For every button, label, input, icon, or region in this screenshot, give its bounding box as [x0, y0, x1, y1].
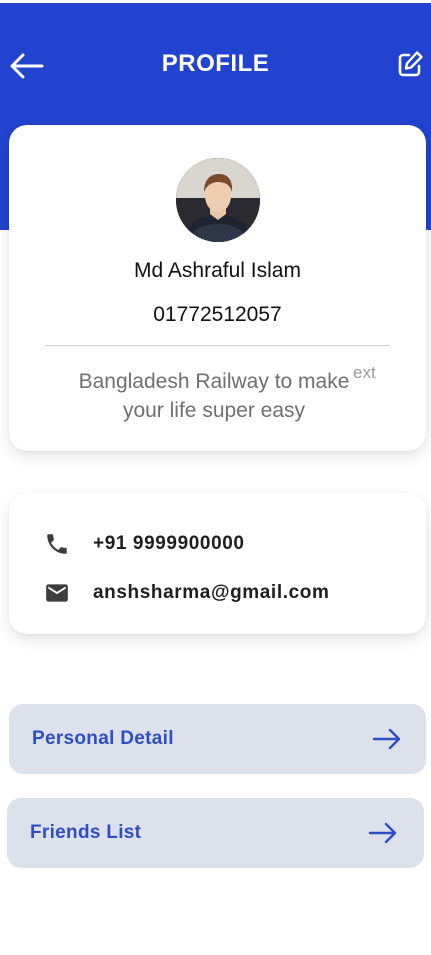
phone-icon	[43, 530, 71, 558]
friends-list-button[interactable]: Friends List	[7, 798, 424, 868]
arrow-right-icon	[368, 822, 397, 844]
edit-profile-button[interactable]	[392, 46, 428, 82]
profile-phone: 01772512057	[153, 303, 282, 326]
edit-icon	[398, 51, 423, 77]
arrow-right-icon	[372, 728, 401, 750]
page-title: PROFILE	[161, 50, 270, 77]
divider	[45, 345, 389, 346]
profile-card: Md Ashraful Islam 01772512057 ext Bangla…	[9, 125, 426, 451]
profile-description: Bangladesh Railway to make your life sup…	[78, 370, 350, 422]
contact-phone-row: +91 9999900000	[43, 530, 245, 558]
contact-email-row: anshsharma@gmail.com	[43, 579, 329, 607]
personal-detail-label: Personal Detail	[32, 728, 174, 749]
avatar-image	[176, 158, 260, 242]
profile-name: Md Ashraful Islam	[134, 259, 301, 282]
contact-card: +91 9999900000 anshsharma@gmail.com	[9, 493, 426, 634]
mail-icon	[43, 579, 71, 607]
contact-phone: +91 9999900000	[93, 533, 245, 554]
personal-detail-button[interactable]: Personal Detail	[9, 704, 426, 774]
friends-list-label: Friends List	[30, 822, 142, 843]
contact-email: anshsharma@gmail.com	[93, 582, 330, 603]
avatar	[176, 158, 260, 242]
